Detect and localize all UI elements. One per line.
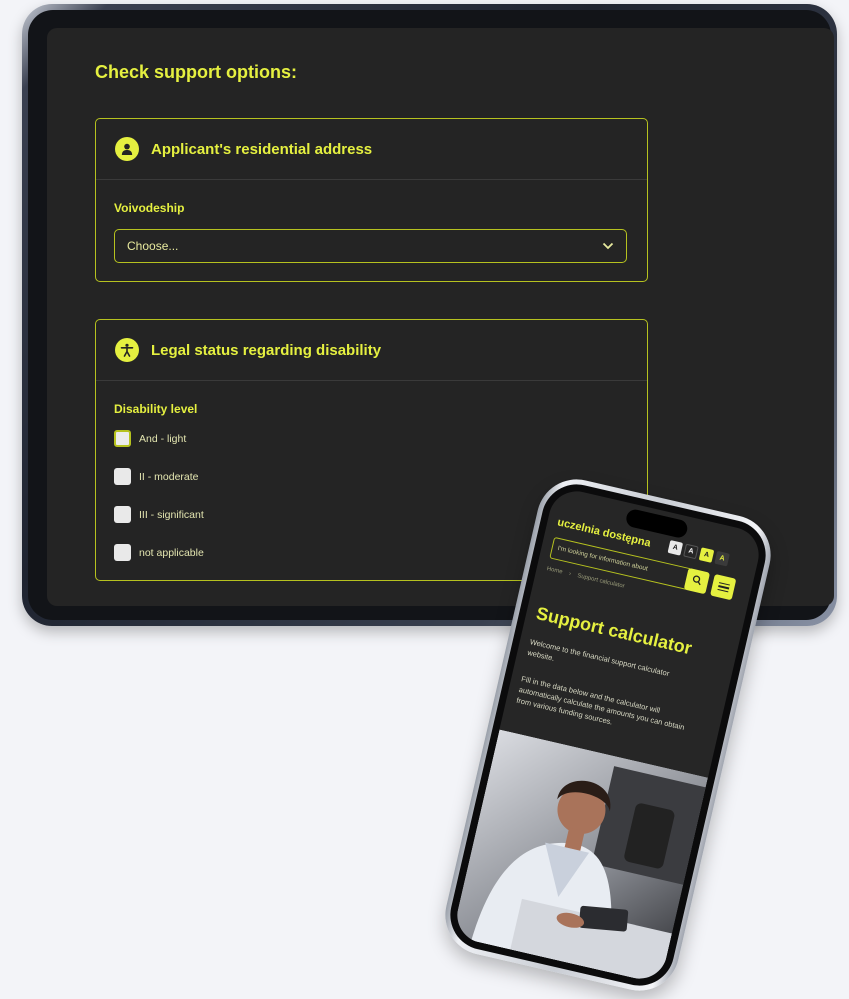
checkbox[interactable] — [114, 544, 131, 561]
disability-level-label: Disability level — [114, 402, 198, 416]
checkbox-label: And - light — [139, 432, 187, 445]
checkbox-label: not applicable — [139, 546, 204, 559]
page-heading: Check support options: — [95, 62, 297, 82]
contrast-button-yellow[interactable]: A — [698, 547, 715, 563]
checkbox-label: II - moderate — [139, 470, 199, 483]
checkbox-label: III - significant — [139, 508, 204, 521]
address-card-title: Applicant's residential address — [151, 140, 373, 158]
checkbox[interactable] — [114, 506, 131, 523]
user-icon — [115, 137, 139, 161]
disability-card-title: Legal status regarding disability — [151, 341, 382, 359]
accessibility-icon — [115, 338, 139, 362]
address-card: Applicant's residential address Voivodes… — [95, 118, 648, 282]
checkbox-option-light[interactable]: And - light — [114, 430, 186, 447]
address-card-header: Applicant's residential address — [96, 119, 647, 180]
voivodeship-select-value: Choose... — [127, 239, 179, 253]
contrast-button-dark[interactable]: A — [683, 543, 699, 560]
search-icon — [690, 571, 704, 591]
chevron-down-icon — [602, 239, 614, 253]
checkbox-option-moderate[interactable]: II - moderate — [114, 468, 199, 485]
menu-button[interactable] — [710, 573, 737, 601]
contrast-button-yellow-on-dark[interactable]: A — [714, 550, 730, 567]
breadcrumb-home[interactable]: Home — [546, 566, 563, 575]
checkbox-option-significant[interactable]: III - significant — [114, 506, 204, 523]
contrast-button-default[interactable]: A — [667, 540, 684, 556]
contrast-switcher: A A A A — [667, 540, 730, 567]
checkbox-option-not-applicable[interactable]: not applicable — [114, 544, 204, 561]
disability-card-header: Legal status regarding disability — [96, 320, 647, 381]
search-button[interactable] — [683, 567, 711, 595]
breadcrumb-current: Support calculator — [576, 573, 626, 590]
chevron-right-icon: › — [568, 571, 572, 578]
checkbox[interactable] — [114, 468, 131, 485]
voivodeship-label: Voivodeship — [114, 201, 185, 215]
voivodeship-select[interactable]: Choose... — [114, 229, 627, 263]
checkbox[interactable] — [114, 430, 131, 447]
